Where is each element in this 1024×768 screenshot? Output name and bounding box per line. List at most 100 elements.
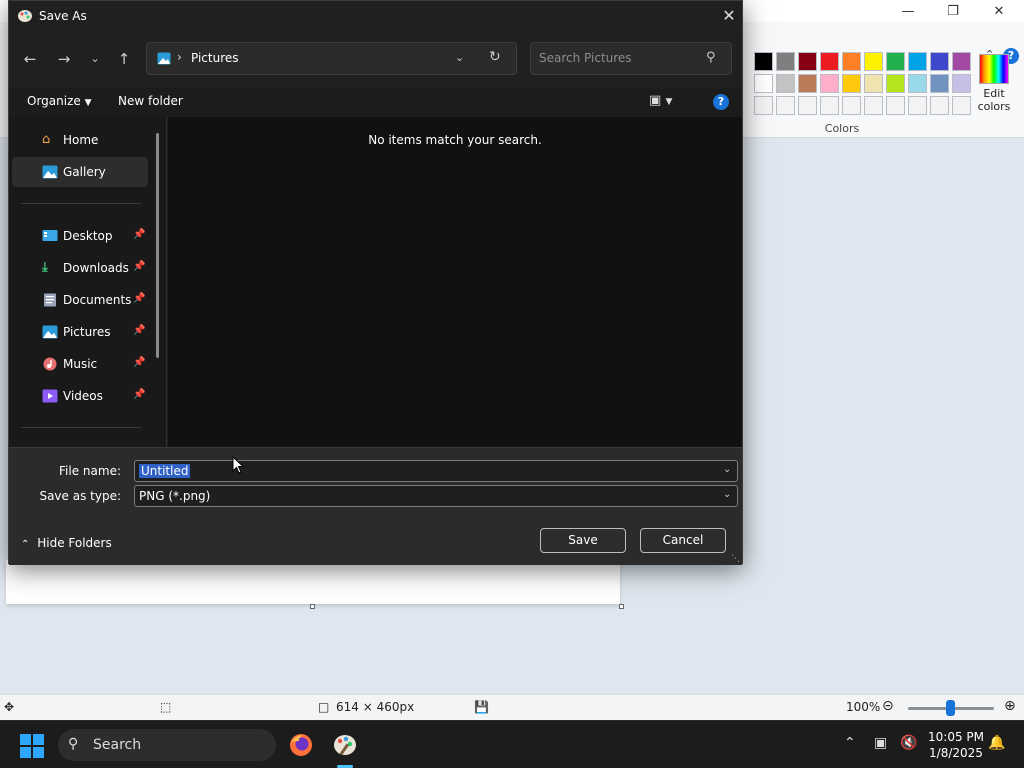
- color-swatch[interactable]: [776, 74, 795, 93]
- refresh-icon[interactable]: ↻: [489, 49, 501, 65]
- firefox-icon[interactable]: [287, 731, 315, 759]
- address-dropdown-icon[interactable]: ⌄: [455, 51, 464, 64]
- start-button[interactable]: [20, 734, 44, 758]
- color-swatch[interactable]: [842, 74, 861, 93]
- color-swatch[interactable]: [842, 96, 861, 115]
- search-icon: ⚲: [68, 736, 79, 752]
- file-name-value[interactable]: Untitled: [139, 464, 191, 478]
- save-as-type-select[interactable]: PNG (*.png) ⌄: [134, 485, 738, 507]
- pin-icon[interactable]: 📌: [133, 261, 145, 272]
- color-swatch[interactable]: [776, 52, 795, 71]
- show-hidden-icons-icon[interactable]: ⌃: [844, 735, 856, 751]
- color-swatch[interactable]: [754, 96, 773, 115]
- resize-grip-icon[interactable]: ⋱: [731, 554, 740, 564]
- color-swatch[interactable]: [952, 96, 971, 115]
- color-swatch[interactable]: [864, 52, 883, 71]
- nav-item-documents[interactable]: Documents 📌: [12, 285, 148, 315]
- address-bar[interactable]: › Pictures ⌄ ↻: [146, 42, 517, 75]
- file-name-field[interactable]: Untitled ⌄: [134, 460, 738, 482]
- color-swatch[interactable]: [798, 52, 817, 71]
- nav-item-home[interactable]: ⌂ Home: [12, 125, 148, 155]
- nav-item-downloads[interactable]: ⤓ Downloads 📌: [12, 253, 148, 283]
- color-swatch[interactable]: [820, 96, 839, 115]
- save-button[interactable]: Save: [540, 528, 626, 553]
- resize-handle[interactable]: [619, 604, 624, 609]
- taskbar-search[interactable]: ⚲ Search: [58, 729, 276, 761]
- color-swatch[interactable]: [930, 52, 949, 71]
- color-swatch[interactable]: [930, 74, 949, 93]
- color-swatch[interactable]: [930, 96, 949, 115]
- nav-item-desktop[interactable]: Desktop 📌: [12, 221, 148, 251]
- close-button[interactable]: ✕: [976, 0, 1022, 22]
- new-folder-button[interactable]: New folder: [118, 94, 183, 108]
- color-swatch[interactable]: [886, 96, 905, 115]
- color-swatch[interactable]: [754, 52, 773, 71]
- cancel-button[interactable]: Cancel: [640, 528, 726, 553]
- recent-locations-button[interactable]: ⌄: [83, 47, 107, 71]
- color-swatch[interactable]: [820, 74, 839, 93]
- back-button[interactable]: ←: [18, 47, 42, 71]
- cursor-position-icon: ✥: [4, 700, 15, 714]
- color-swatch[interactable]: [908, 52, 927, 71]
- pin-icon[interactable]: 📌: [133, 325, 145, 336]
- system-clock[interactable]: 10:05 PM 1/8/2025: [918, 729, 994, 761]
- zoom-out-icon[interactable]: ⊝: [882, 698, 894, 714]
- color-swatch[interactable]: [886, 74, 905, 93]
- maximize-button[interactable]: ❐: [930, 0, 976, 22]
- network-icon[interactable]: ▣: [874, 735, 887, 751]
- view-icon: ▣: [649, 93, 662, 108]
- pin-icon[interactable]: 📌: [133, 389, 145, 400]
- resize-handle[interactable]: [310, 604, 315, 609]
- pin-icon[interactable]: 📌: [133, 229, 145, 240]
- help-icon[interactable]: ?: [713, 94, 729, 110]
- hide-folders-button[interactable]: ⌃ Hide Folders: [21, 536, 112, 550]
- dialog-close-button[interactable]: ✕: [717, 5, 741, 27]
- color-swatch[interactable]: [820, 52, 839, 71]
- color-swatch[interactable]: [886, 52, 905, 71]
- downloads-icon: ⤓: [42, 260, 48, 275]
- nav-item-label: Music: [63, 357, 98, 371]
- desktop-icon: [42, 230, 58, 241]
- nav-scrollbar[interactable]: [156, 133, 159, 358]
- change-view-button[interactable]: ▣ ▼: [649, 93, 672, 108]
- volume-muted-icon[interactable]: 🔇: [900, 735, 917, 751]
- color-swatch[interactable]: [952, 74, 971, 93]
- up-button[interactable]: ↑: [112, 47, 136, 71]
- chevron-down-icon[interactable]: ⌄: [723, 489, 731, 500]
- notifications-icon[interactable]: 🔔: [988, 735, 1005, 751]
- forward-button[interactable]: →: [52, 47, 76, 71]
- taskbar: ⚲ Search ⌃ ▣ 🔇 10:05 PM 1/8/2025 🔔: [0, 720, 1024, 768]
- nav-item-label: Home: [63, 133, 99, 147]
- color-swatch[interactable]: [908, 96, 927, 115]
- color-swatch[interactable]: [908, 74, 927, 93]
- color-swatch[interactable]: [842, 52, 861, 71]
- nav-item-videos[interactable]: Videos 📌: [12, 381, 148, 411]
- color-swatch[interactable]: [952, 52, 971, 71]
- search-input[interactable]: [539, 51, 699, 65]
- breadcrumb-pictures[interactable]: Pictures: [191, 51, 239, 65]
- color-swatch[interactable]: [798, 74, 817, 93]
- color-swatch[interactable]: [776, 96, 795, 115]
- color-swatch[interactable]: [864, 96, 883, 115]
- nav-item-label: Desktop: [63, 229, 113, 243]
- pin-icon[interactable]: 📌: [133, 293, 145, 304]
- pin-icon[interactable]: 📌: [133, 357, 145, 368]
- nav-item-pictures[interactable]: Pictures 📌: [12, 317, 148, 347]
- zoom-in-icon[interactable]: ⊕: [1004, 698, 1016, 714]
- nav-item-music[interactable]: Music 📌: [12, 349, 148, 379]
- organize-button[interactable]: Organize ▼: [27, 94, 92, 108]
- chevron-down-icon: ▼: [84, 98, 92, 108]
- zoom-slider-thumb[interactable]: [946, 700, 955, 716]
- edit-colors-button[interactable]: Edit colors: [976, 54, 1012, 113]
- minimize-button[interactable]: —: [885, 0, 931, 22]
- nav-item-gallery[interactable]: Gallery: [12, 157, 148, 187]
- search-box[interactable]: ⚲: [530, 42, 732, 75]
- paint-taskbar-icon[interactable]: [331, 731, 359, 759]
- chevron-down-icon[interactable]: ⌄: [723, 464, 731, 475]
- file-list-area[interactable]: No items match your search.: [168, 117, 742, 447]
- color-swatch[interactable]: [798, 96, 817, 115]
- drawing-canvas[interactable]: [6, 560, 620, 604]
- color-swatch[interactable]: [754, 74, 773, 93]
- music-icon: [43, 357, 57, 371]
- color-swatch[interactable]: [864, 74, 883, 93]
